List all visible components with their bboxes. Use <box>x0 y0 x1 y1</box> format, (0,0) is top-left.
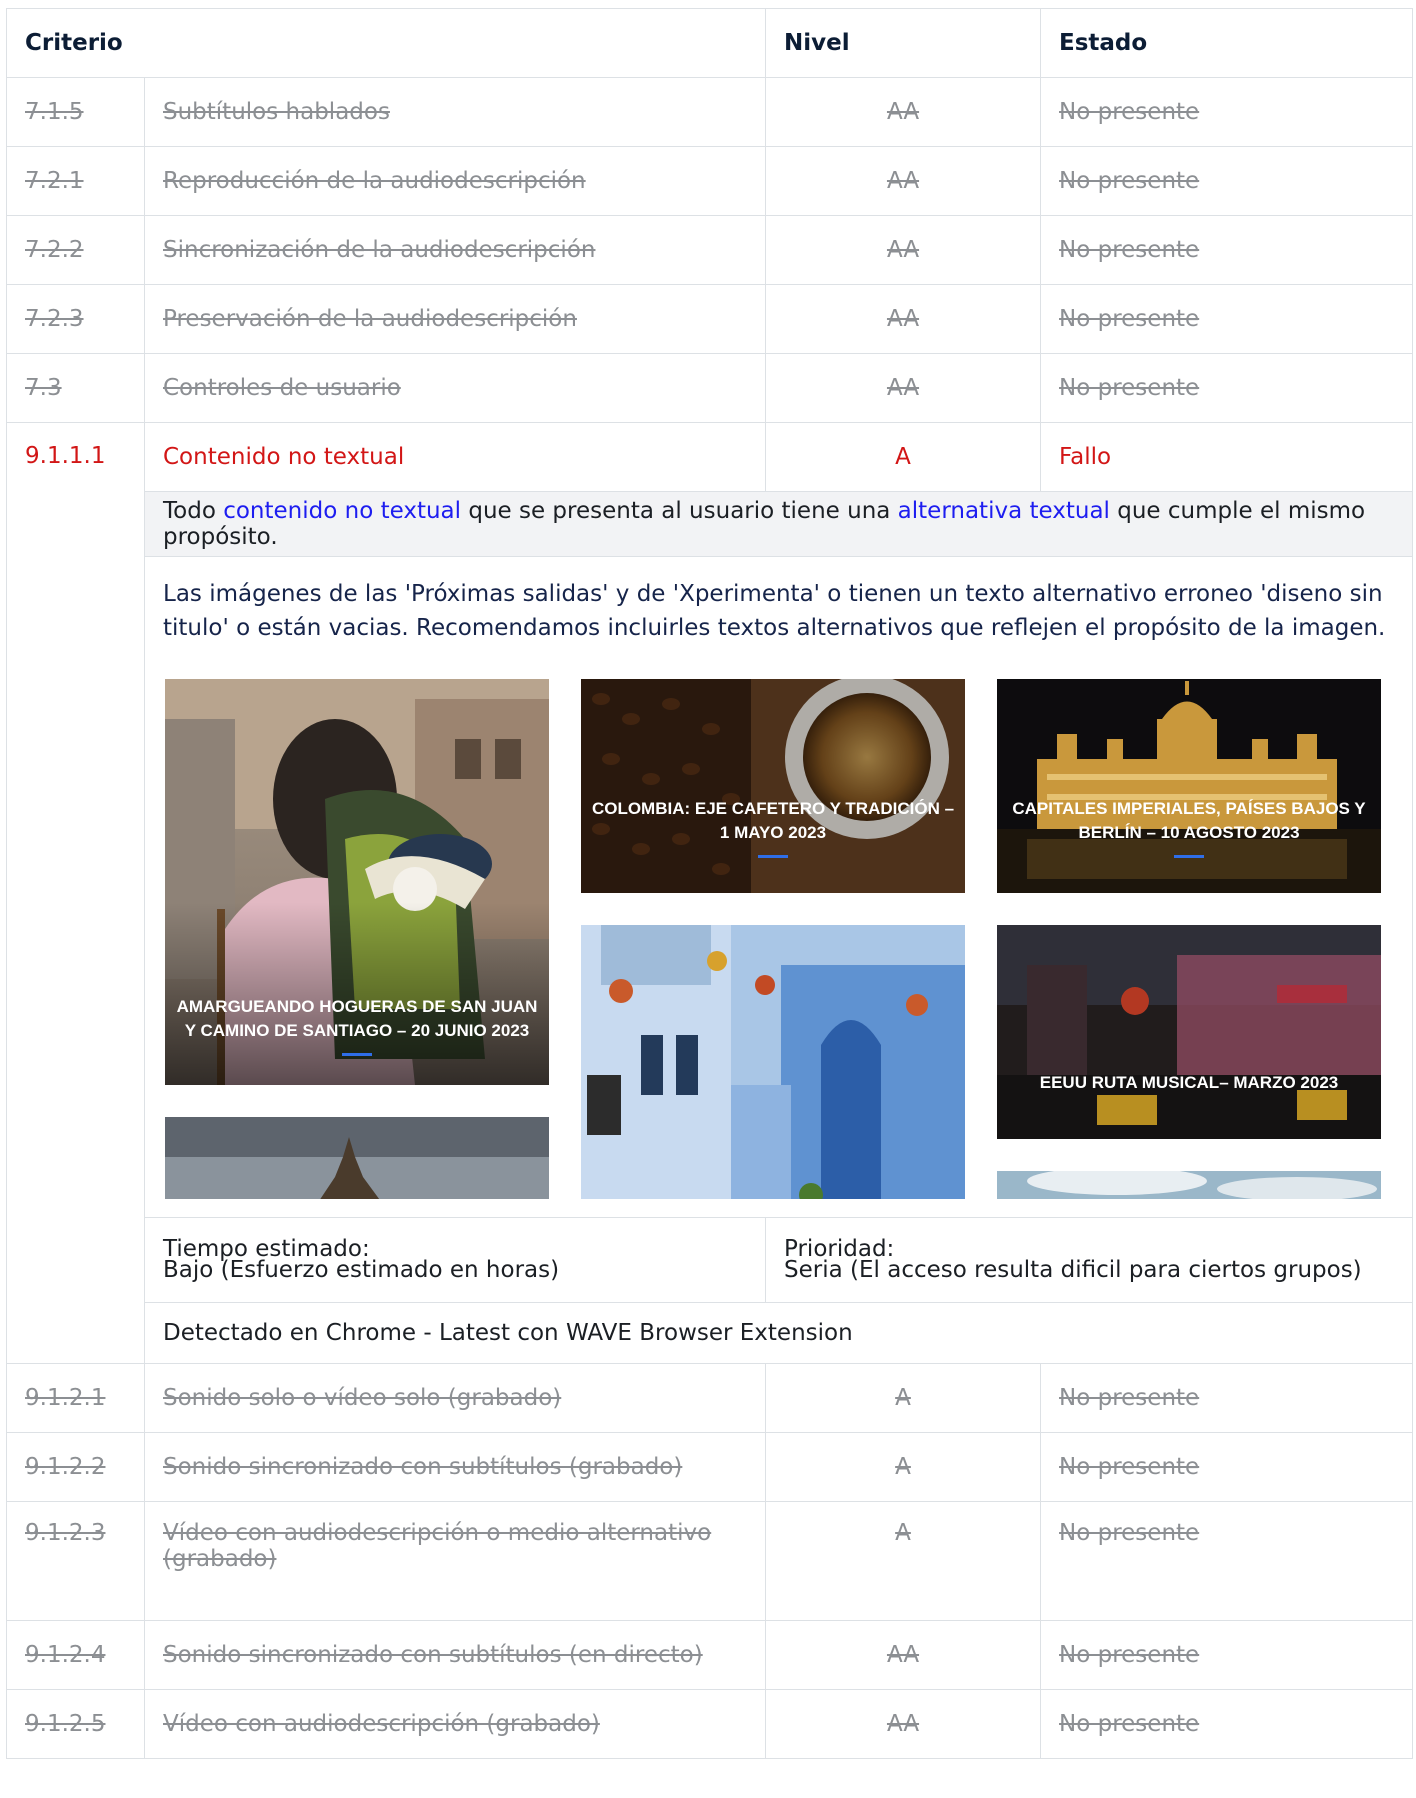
criterion-id: 9.1.2.2 <box>6 1432 145 1502</box>
trip-card: COLOMBIA: EJE CAFETERO Y TRADICIÓN – 1 M… <box>581 679 965 893</box>
criterion-name: Preservación de la audiodescripción <box>143 284 767 354</box>
criterion-id: 7.3 <box>6 353 145 423</box>
criterion-status: No presente <box>1040 77 1414 147</box>
trip-card: EEUU RUTA MUSICAL– MARZO 2023 <box>997 925 1381 1139</box>
description-text: que se presenta al usuario tiene una <box>461 498 898 524</box>
trip-card: CAPITALES IMPERIALES, PAÍSES BAJOS Y BER… <box>997 679 1381 893</box>
criterion-status: No presente <box>1040 1363 1414 1433</box>
criterion-level: AA <box>765 1689 1042 1759</box>
criterion-name: Subtítulos hablados <box>143 77 767 147</box>
caption-underline <box>758 855 788 858</box>
table-row: 7.2.2 Sincronización de la audiodescripc… <box>6 215 1414 285</box>
criterion-level: A <box>765 422 1042 492</box>
criterion-id: 9.1.2.1 <box>6 1363 145 1433</box>
table-header-row: Criterio Nivel Estado <box>5 8 1414 78</box>
criterion-description: Todo contenido no textual que se present… <box>143 491 1414 557</box>
criterion-status: No presente <box>1040 284 1414 354</box>
priority-value: Seria (El acceso resulta dificil para ci… <box>784 1257 1362 1283</box>
criterion-status: Fallo <box>1040 422 1414 492</box>
criterion-status: No presente <box>1040 1620 1414 1690</box>
trip-card-caption: EEUU RUTA MUSICAL– MARZO 2023 <box>1039 1073 1339 1092</box>
criterion-name: Sincronización de la audiodescripción <box>143 215 767 285</box>
caption-underline <box>1174 855 1204 858</box>
criterion-level: A <box>765 1432 1042 1502</box>
criteria-table: Criterio Nivel Estado 7.1.5 Subtítulos h… <box>5 8 1414 1759</box>
criterion-name: Sonido sincronizado con subtítulos (grab… <box>143 1432 767 1502</box>
table-row: 7.3 Controles de usuario AA No presente <box>6 353 1414 423</box>
description-text: Todo <box>163 498 224 524</box>
criterion-status: No presente <box>1040 215 1414 285</box>
table-row: 9.1.2.1 Sonido solo o vídeo solo (grabad… <box>6 1363 1414 1433</box>
link-alternativa-textual[interactable]: alternativa textual <box>898 498 1110 524</box>
criterion-status: No presente <box>1040 353 1414 423</box>
evidence-screenshot: AMARGUEANDO HOGUERAS DE SAN JUAN Y CAMIN… <box>163 679 1394 1199</box>
finding-text: Las imágenes de las 'Próximas salidas' y… <box>163 581 1386 641</box>
criterion-name: Sonido solo o vídeo solo (grabado) <box>143 1363 767 1433</box>
criterion-id: 9.1.2.3 <box>6 1501 145 1621</box>
criterion-level: AA <box>765 77 1042 147</box>
coffee-photo-image <box>581 679 965 893</box>
criterion-level: AA <box>765 284 1042 354</box>
criterion-level: AA <box>765 353 1042 423</box>
trip-card <box>997 1171 1381 1199</box>
criterion-name: Sonido sincronizado con subtítulos (en d… <box>143 1620 767 1690</box>
criterion-id: 7.2.3 <box>6 284 145 354</box>
table-row: 9.1.2.3 Vídeo con audiodescripción o med… <box>6 1501 1414 1621</box>
table-row: 7.1.5 Subtítulos hablados AA No presente <box>6 77 1414 147</box>
table-row: 7.2.3 Preservación de la audiodescripció… <box>6 284 1414 354</box>
criterion-level: A <box>765 1501 1042 1621</box>
priority-cell: Prioridad: Seria (El acceso resulta difi… <box>765 1217 1414 1303</box>
criterion-id: 7.1.5 <box>6 77 145 147</box>
criterion-id: 9.1.1.1 <box>6 422 145 1364</box>
criterion-name: Controles de usuario <box>143 353 767 423</box>
finding-cell: Las imágenes de las 'Próximas salidas' y… <box>143 556 1414 1218</box>
header-nivel: Nivel <box>765 8 1042 78</box>
criterion-level: A <box>765 1363 1042 1433</box>
table-row: 9.1.2.2 Sonido sincronizado con subtítul… <box>6 1432 1414 1502</box>
criterion-status: No presente <box>1040 1689 1414 1759</box>
chefchaouen-blue-street-image <box>581 925 965 1199</box>
criterion-status: No presente <box>1040 146 1414 216</box>
trip-card: AMARGUEANDO HOGUERAS DE SAN JUAN Y CAMIN… <box>165 679 549 1085</box>
new-york-street-image <box>997 925 1381 1139</box>
criterion-status: No presente <box>1040 1501 1414 1621</box>
table-row: 9.1.2.4 Sonido sincronizado con subtítul… <box>6 1620 1414 1690</box>
trip-card <box>165 1117 549 1199</box>
estimated-time-value: Bajo (Esfuerzo estimado en horas) <box>163 1257 560 1283</box>
sky-landscape-image <box>997 1171 1381 1199</box>
table-row: 9.1.2.5 Vídeo con audiodescripción (grab… <box>6 1689 1414 1759</box>
criterion-name: Vídeo con audiodescripción o medio alter… <box>143 1501 767 1621</box>
estimated-time-cell: Tiempo estimado: Bajo (Esfuerzo estimado… <box>143 1217 767 1303</box>
mont-saint-michel-image <box>165 1117 549 1199</box>
criterion-name: Vídeo con audiodescripción (grabado) <box>143 1689 767 1759</box>
criterion-status: No presente <box>1040 1432 1414 1502</box>
criterion-name: Contenido no textual <box>143 422 767 492</box>
trip-card-caption: COLOMBIA: EJE CAFETERO Y TRADICIÓN – 1 M… <box>591 799 955 842</box>
criterion-level: AA <box>765 215 1042 285</box>
detected-with: Detectado en Chrome - Latest con WAVE Br… <box>143 1302 1414 1364</box>
header-criterio: Criterio <box>5 8 767 78</box>
trip-card-caption: AMARGUEANDO HOGUERAS DE SAN JUAN Y CAMIN… <box>176 997 538 1040</box>
criterion-name: Reproducción de la audiodescripción <box>143 146 767 216</box>
budapest-parliament-image <box>997 679 1381 893</box>
trip-card-caption: CAPITALES IMPERIALES, PAÍSES BAJOS Y BER… <box>1012 799 1366 842</box>
criterion-id: 7.2.1 <box>6 146 145 216</box>
caption-underline <box>342 1053 372 1056</box>
link-contenido-no-textual[interactable]: contenido no textual <box>223 498 461 524</box>
criterion-level: AA <box>765 1620 1042 1690</box>
criterion-level: AA <box>765 146 1042 216</box>
trip-card <box>581 925 965 1199</box>
criterion-id: 9.1.2.4 <box>6 1620 145 1690</box>
criterion-id: 7.2.2 <box>6 215 145 285</box>
table-row: 7.2.1 Reproducción de la audiodescripció… <box>6 146 1414 216</box>
criteria-table-wrapper: Criterio Nivel Estado 7.1.5 Subtítulos h… <box>5 8 1414 1759</box>
header-estado: Estado <box>1040 8 1414 78</box>
criterion-id: 9.1.2.5 <box>6 1689 145 1759</box>
table-row-fail[interactable]: 9.1.1.1 Contenido no textual A Fallo <box>6 422 1414 1364</box>
